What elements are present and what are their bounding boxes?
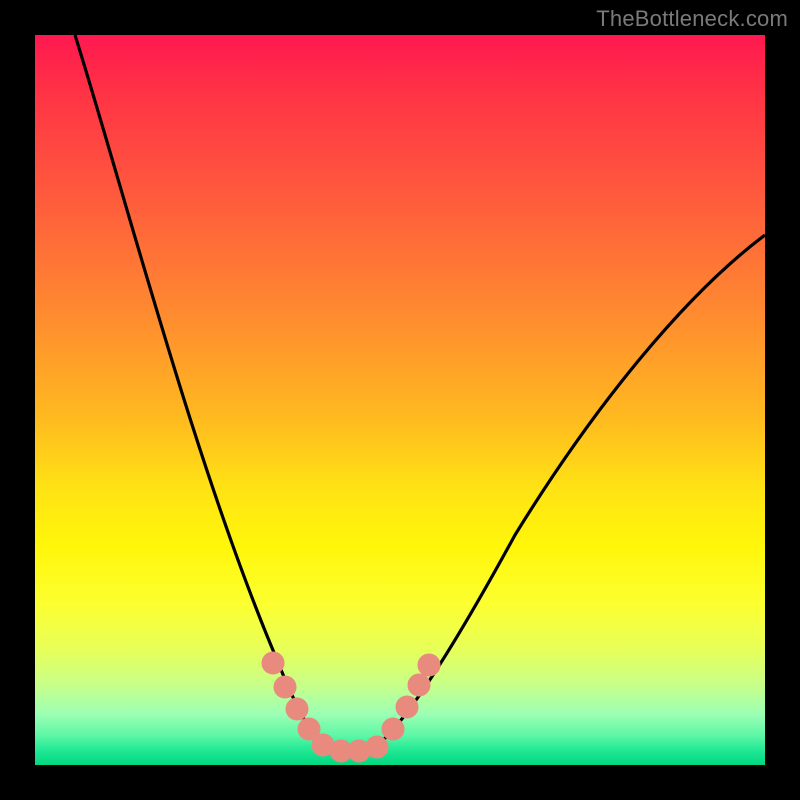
bottleneck-curve	[35, 35, 765, 765]
watermark-text: TheBottleneck.com	[596, 6, 788, 32]
marker-band	[262, 652, 440, 762]
chart-frame: TheBottleneck.com	[0, 0, 800, 800]
plot-area	[35, 35, 765, 765]
curve-left-branch	[75, 35, 325, 747]
